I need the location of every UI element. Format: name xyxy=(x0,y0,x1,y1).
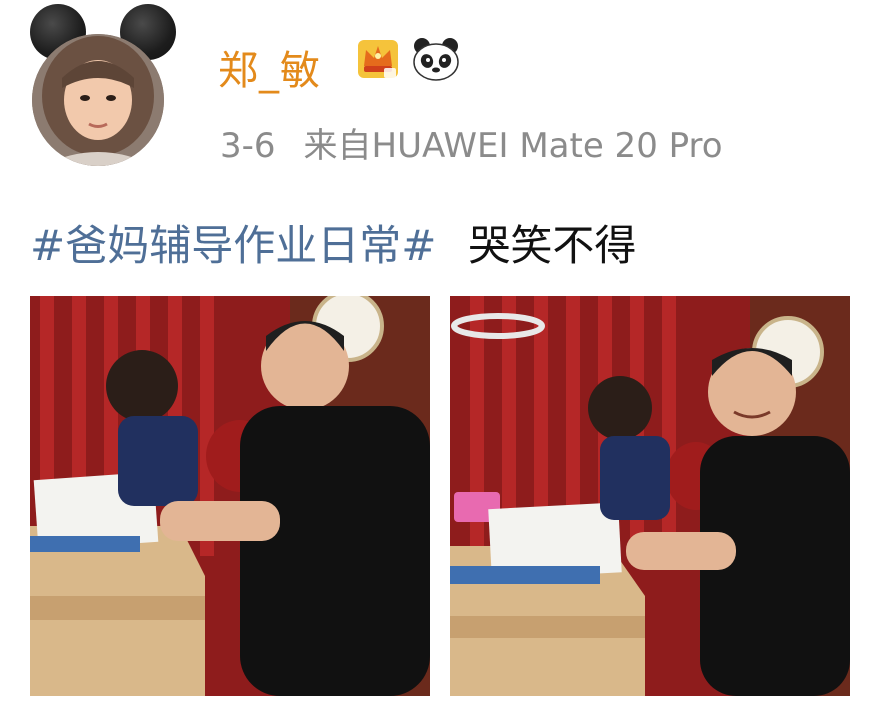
photo-homework-2[interactable] xyxy=(450,296,850,696)
post-text: #爸妈辅导作业日常# 哭笑不得 xyxy=(30,212,636,273)
crown-badge-icon[interactable] xyxy=(354,34,402,82)
avatar-photo xyxy=(32,34,164,166)
post-source[interactable]: 来自HUAWEI Mate 20 Pro xyxy=(304,126,723,166)
username[interactable]: 郑_敏 xyxy=(218,38,321,96)
panda-badge-icon[interactable] xyxy=(410,34,462,86)
post-date: 3-6 xyxy=(220,126,276,166)
photo-homework-1[interactable] xyxy=(30,296,430,696)
post-body: 哭笑不得 xyxy=(468,221,637,270)
avatar[interactable] xyxy=(26,4,176,174)
hashtag-link[interactable]: #爸妈辅导作业日常# xyxy=(30,221,436,270)
post-meta: 3-6 来自HUAWEI Mate 20 Pro xyxy=(220,118,723,167)
